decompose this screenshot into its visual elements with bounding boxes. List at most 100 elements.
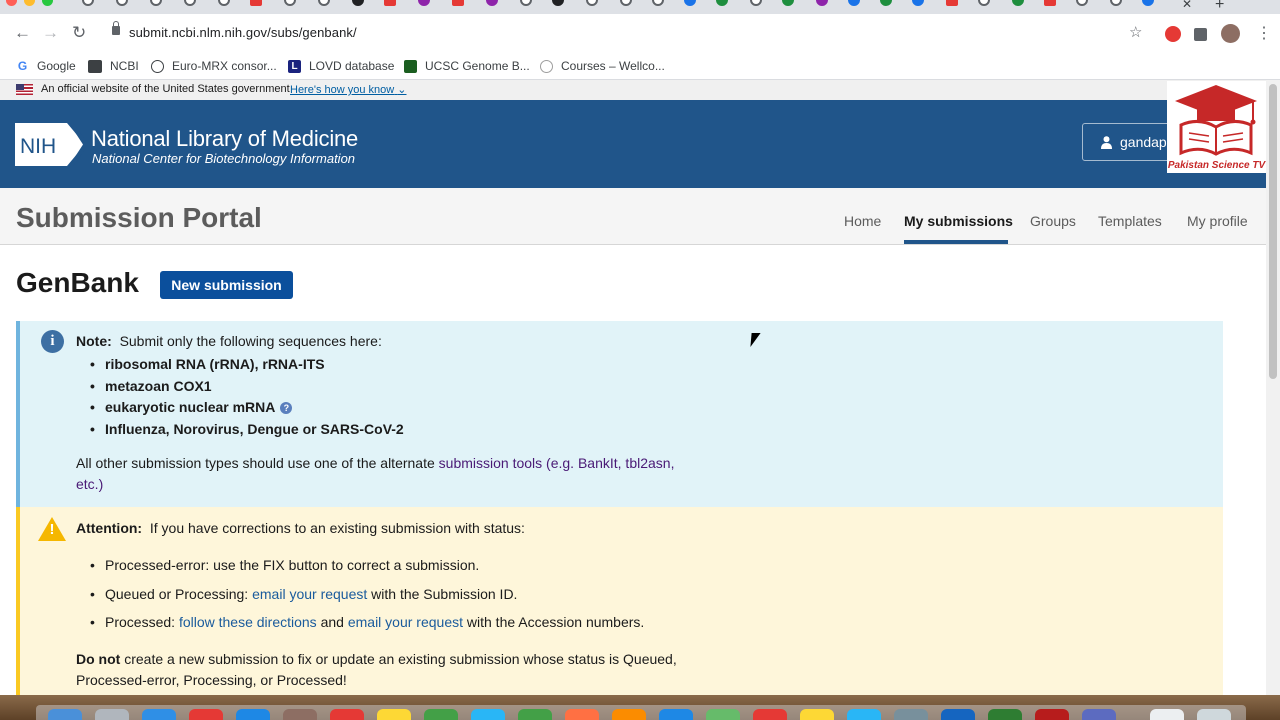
trash-icon[interactable]	[1197, 709, 1231, 720]
nih-logo[interactable]: NIH	[15, 123, 85, 166]
bookmark-ucsc[interactable]: UCSC Genome B...	[404, 57, 530, 75]
new-submission-button[interactable]: New submission	[160, 271, 293, 299]
notes-icon[interactable]	[377, 709, 411, 720]
app-icon[interactable]	[424, 709, 458, 720]
tab-site-icon[interactable]	[750, 0, 762, 6]
follow-directions-link[interactable]: follow these directions	[179, 614, 317, 630]
tab-github-icon[interactable]	[284, 0, 296, 6]
star-icon[interactable]: ☆	[1129, 23, 1142, 41]
app-icon[interactable]	[706, 709, 740, 720]
profile-avatar[interactable]	[1221, 24, 1240, 43]
bookmark-lovd[interactable]: L LOVD database	[288, 57, 394, 75]
app-icon[interactable]	[659, 709, 693, 720]
tab-github-icon[interactable]	[150, 0, 162, 6]
bookmark-euro-mrx[interactable]: Euro-MRX consor...	[151, 57, 277, 75]
how-you-know-link[interactable]: Here's how you know ⌄	[290, 83, 407, 96]
downloads-icon[interactable]	[1150, 709, 1184, 720]
app-icon[interactable]	[800, 709, 834, 720]
note-alert: i Note: Submit only the following sequen…	[16, 321, 1223, 507]
courses-icon	[540, 59, 553, 73]
bookmark-courses[interactable]: Courses – Wellco...	[540, 57, 665, 75]
scrollbar-thumb[interactable]	[1269, 84, 1277, 379]
tab-site-icon[interactable]	[946, 0, 958, 6]
tab-site-icon[interactable]	[880, 0, 892, 6]
tab-site-icon[interactable]	[586, 0, 598, 6]
app-icon[interactable]	[612, 709, 646, 720]
app-store-icon[interactable]	[847, 709, 881, 720]
close-window-button[interactable]	[6, 0, 17, 6]
word-icon[interactable]	[941, 709, 975, 720]
tab-github-icon[interactable]	[184, 0, 196, 6]
tab-site-icon[interactable]	[684, 0, 696, 6]
tab-site-icon[interactable]	[452, 0, 464, 6]
finder-icon[interactable]	[48, 709, 82, 720]
tab-facebook-icon[interactable]	[912, 0, 924, 6]
tab-site-icon[interactable]	[1142, 0, 1154, 6]
tab-github-icon[interactable]	[978, 0, 990, 6]
portal-title[interactable]: Submission Portal	[16, 202, 262, 234]
tab-site-icon[interactable]	[352, 0, 364, 6]
nav-home[interactable]: Home	[844, 213, 881, 229]
address-bar[interactable]: submit.ncbi.nlm.nih.gov/subs/genbank/ ☆	[100, 18, 1160, 48]
tab-github-icon[interactable]	[218, 0, 230, 6]
tab-site-icon[interactable]	[716, 0, 728, 6]
nlm-title[interactable]: National Library of Medicine	[91, 126, 358, 152]
messages-icon[interactable]	[518, 709, 552, 720]
app-icon[interactable]	[283, 709, 317, 720]
tab-site-icon[interactable]	[1012, 0, 1024, 6]
tab-site-icon[interactable]	[782, 0, 794, 6]
nav-my-profile[interactable]: My profile	[1187, 213, 1248, 229]
new-tab-icon[interactable]: +	[1215, 0, 1224, 14]
tab-pdf-icon[interactable]	[250, 0, 262, 6]
tab-site-icon[interactable]	[520, 0, 532, 6]
tab-site-icon[interactable]	[1110, 0, 1122, 6]
tab-site-icon[interactable]	[848, 0, 860, 6]
nav-my-submissions[interactable]: My submissions	[904, 213, 1013, 229]
back-arrow-icon[interactable]: ←	[14, 23, 31, 43]
tab-github-icon[interactable]	[116, 0, 128, 6]
bookmark-google[interactable]: G Google	[16, 57, 76, 75]
help-question-icon[interactable]: ?	[280, 402, 293, 414]
url-text[interactable]: submit.ncbi.nlm.nih.gov/subs/genbank/	[129, 25, 357, 40]
tab-youtube-icon[interactable]	[384, 0, 396, 6]
nav-groups[interactable]: Groups	[1030, 213, 1076, 229]
opera-extension-icon[interactable]	[1165, 26, 1181, 42]
submission-tools-link[interactable]: submission tools (e.g. BankIt, tbl2asn,	[439, 455, 675, 471]
tab-site-icon[interactable]	[652, 0, 664, 6]
reload-icon[interactable]: ↻	[72, 23, 86, 43]
submission-tools-link-cont[interactable]: etc.)	[76, 476, 103, 492]
nav-templates[interactable]: Templates	[1098, 213, 1162, 229]
system-preferences-icon[interactable]	[894, 709, 928, 720]
excel-icon[interactable]	[988, 709, 1022, 720]
app-icon[interactable]	[471, 709, 505, 720]
email-request-link[interactable]: email your request	[252, 586, 367, 602]
zoom-window-button[interactable]	[42, 0, 53, 6]
tab-site-icon[interactable]	[486, 0, 498, 6]
tab-site-icon[interactable]	[552, 0, 564, 6]
app-icon[interactable]	[236, 709, 270, 720]
tab-site-icon[interactable]	[620, 0, 632, 6]
tab-youtube-icon[interactable]	[1044, 0, 1056, 6]
puzzle-extensions-icon[interactable]	[1194, 28, 1207, 41]
lock-icon[interactable]	[112, 21, 120, 35]
menu-dots-icon[interactable]: ⋮	[1256, 23, 1272, 43]
launchpad-icon[interactable]	[95, 709, 129, 720]
minimize-window-button[interactable]	[24, 0, 35, 6]
calendar-icon[interactable]	[330, 709, 364, 720]
tab-github-icon[interactable]	[318, 0, 330, 6]
app-icon[interactable]	[189, 709, 223, 720]
tab-google-icon[interactable]	[82, 0, 94, 6]
safari-icon[interactable]	[142, 709, 176, 720]
page-scrollbar[interactable]	[1266, 80, 1280, 695]
app-icon[interactable]	[1082, 709, 1116, 720]
close-tab-icon[interactable]: ✕	[1182, 0, 1192, 11]
bookmark-ncbi[interactable]: NCBI	[88, 57, 139, 75]
tab-site-icon[interactable]	[816, 0, 828, 6]
music-icon[interactable]	[753, 709, 787, 720]
forward-arrow-icon[interactable]: →	[42, 23, 59, 43]
tab-google-icon[interactable]	[1076, 0, 1088, 6]
tab-site-icon[interactable]	[418, 0, 430, 6]
app-icon[interactable]	[1035, 709, 1069, 720]
photos-icon[interactable]	[565, 709, 599, 720]
email-request-link[interactable]: email your request	[348, 614, 463, 630]
